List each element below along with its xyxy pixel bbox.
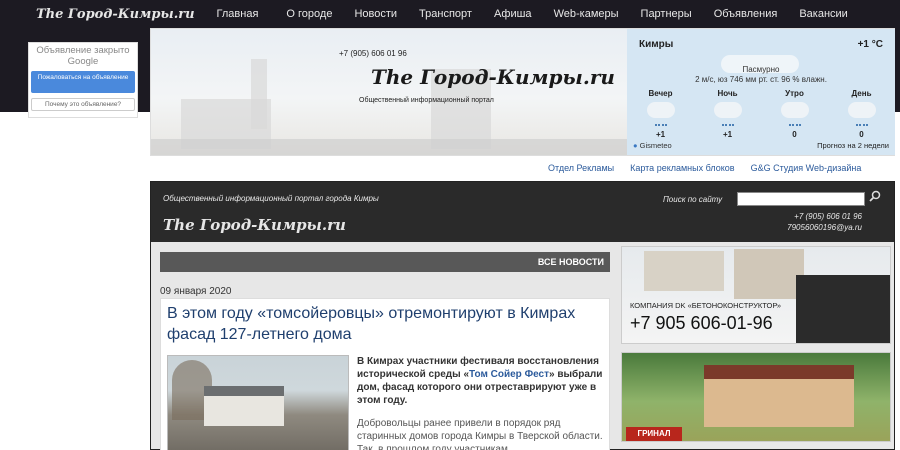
search-input[interactable] [737, 192, 865, 206]
weather-period: Утро 0 [761, 89, 828, 139]
period-name: Ночь [717, 89, 738, 98]
nav-item-events[interactable]: Афиша [494, 8, 532, 20]
rain-cloud-icon [713, 102, 742, 126]
period-temp: +1 [722, 130, 733, 139]
weather-condition: Пасмурно [742, 65, 780, 74]
news-article: В этом году «томсойеровцы» отремонтируют… [160, 298, 610, 450]
period-name: День [851, 89, 872, 98]
concrete-blocks-shape [796, 275, 890, 343]
banner-logo[interactable]: The Город-Кимры.ru [371, 65, 615, 89]
house-shape [704, 365, 854, 427]
page: The Город-Кимры.ru Главная О городе Ново… [0, 0, 900, 450]
ad-closed-box: Объявление закрыто Google Пожаловаться н… [28, 42, 138, 118]
ad-house-builder[interactable]: ГРИНАЛ [621, 352, 891, 442]
link-ad-map[interactable]: Карта рекламных блоков [630, 163, 734, 173]
contact-phone: +7 (905) 606 01 96 [794, 212, 862, 221]
link-ad-department[interactable]: Отдел Рекламы [548, 163, 614, 173]
all-news-link[interactable]: ВСЕ НОВОСТИ [538, 257, 604, 267]
ground-shape [151, 139, 629, 155]
report-ad-button[interactable]: Пожаловаться на объявление [31, 71, 135, 93]
forecast-link[interactable]: Прогноз на 2 недели [817, 141, 889, 150]
banner-photo: +7 (905) 606 01 96 The Город-Кимры.ru Об… [151, 29, 629, 155]
header-banner: +7 (905) 606 01 96 The Город-Кимры.ru Об… [150, 28, 895, 156]
house-shape [734, 249, 804, 299]
site-logo[interactable]: The Город-Кимры.ru [36, 7, 195, 22]
period-temp: 0 [859, 130, 864, 139]
weather-period: Вечер +1 [627, 89, 694, 139]
period-temp: +1 [655, 130, 666, 139]
portal-description: Общественный информационный портал город… [163, 194, 379, 203]
ad-closed-text: Объявление закрыто Google [36, 45, 130, 67]
weather-period: День 0 [828, 89, 895, 139]
ad-concrete-blocks[interactable]: КОМПАНИЯ DK «БЕТОНОКОНСТРУКТОР» +7 905 6… [621, 246, 891, 344]
tom-sawyer-fest-link[interactable]: Том Сойер Фест [469, 369, 549, 380]
drop-icon: ● [633, 141, 638, 150]
weather-city: Кимры [639, 39, 674, 50]
rain-cloud-icon [646, 102, 675, 126]
nav-item-jobs[interactable]: Вакансии [799, 8, 848, 20]
weather-widget: Кимры +1 °C Пасмурно 2 м/с, юз 746 мм рт… [627, 29, 895, 155]
article-title[interactable]: В этом году «томсойеровцы» отремонтируют… [167, 303, 607, 345]
gismeteo-link[interactable]: ● Gismeteo [633, 141, 672, 150]
house-shape [644, 251, 724, 291]
article-lead: В Кимрах участники фестиваля восстановле… [357, 355, 605, 407]
content-area: Общественный информационный портал город… [150, 181, 895, 450]
period-name: Утро [785, 89, 804, 98]
content-header: Общественный информационный портал город… [151, 182, 894, 242]
banner-phone: +7 (905) 606 01 96 [339, 49, 407, 58]
banner-subtitle: Общественный информационный портал [359, 97, 494, 104]
rain-cloud-icon [780, 102, 809, 126]
article-image[interactable] [167, 355, 349, 450]
main-nav: The Город-Кимры.ru Главная О городе Ново… [0, 0, 900, 28]
nav-item-webcams[interactable]: Web-камеры [554, 8, 619, 20]
why-this-ad-button[interactable]: Почему это объявление? [31, 98, 135, 111]
link-web-studio[interactable]: G&G Студия Web-дизайна [751, 163, 862, 173]
weather-details: 2 м/с, юз 746 мм рт. ст. 96 % влажн. [695, 75, 827, 84]
nav-item-news[interactable]: Новости [354, 8, 397, 20]
house-shape [204, 386, 284, 426]
left-strip [0, 112, 24, 450]
search-icon[interactable] [869, 190, 881, 202]
all-news-bar[interactable]: ВСЕ НОВОСТИ [160, 252, 610, 272]
period-temp: 0 [792, 130, 797, 139]
content-logo[interactable]: The Город-Кимры.ru [163, 216, 346, 234]
ad2-logo: ГРИНАЛ [626, 427, 682, 441]
nav-item-home[interactable]: Главная [217, 8, 259, 20]
period-name: Вечер [648, 89, 673, 98]
rain-cloud-icon [847, 102, 876, 126]
nav-item-transport[interactable]: Транспорт [419, 8, 472, 20]
nav-item-about-city[interactable]: О городе [286, 8, 332, 20]
nav-item-classifieds[interactable]: Объявления [714, 8, 778, 20]
nav-item-partners[interactable]: Партнеры [641, 8, 692, 20]
weather-temp: +1 °C [857, 39, 883, 50]
contact-email[interactable]: 79056060196@ya.ru [787, 223, 862, 232]
ad-company: КОМПАНИЯ DK «БЕТОНОКОНСТРУКТОР» [630, 301, 782, 310]
sub-links: Отдел Рекламы Карта рекламных блоков G&G… [548, 163, 877, 173]
article-body: Добровольцы ранее привели в порядок ряд … [357, 418, 603, 450]
news-date: 09 января 2020 [160, 286, 232, 297]
gismeteo-label: Gismeteo [639, 141, 672, 150]
search-label: Поиск по сайту [663, 195, 723, 204]
weather-periods: Вечер +1 Ночь +1 Утро 0 День 0 [627, 89, 895, 139]
weather-period: Ночь +1 [694, 89, 761, 139]
ad-phone: +7 905 606-01-96 [630, 313, 773, 333]
